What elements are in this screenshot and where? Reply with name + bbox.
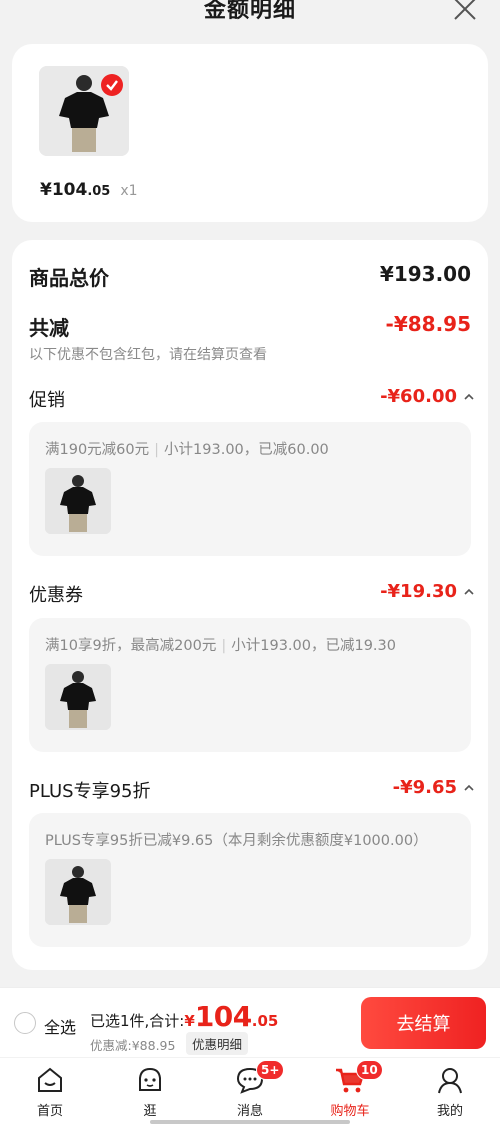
total-reduce-row: 共减 -¥88.95 bbox=[29, 312, 471, 341]
plus-product-thumbnail[interactable] bbox=[45, 859, 111, 925]
discount-detail-button[interactable]: 优惠明细 bbox=[186, 1032, 249, 1055]
close-icon[interactable] bbox=[452, 0, 478, 22]
promo-info: 满190元减60元 | 小计193.00，已减60.00 bbox=[45, 438, 329, 459]
select-all-label[interactable]: 全选 bbox=[44, 1014, 76, 1038]
chevron-up-icon[interactable] bbox=[463, 586, 475, 598]
profile-icon bbox=[438, 1068, 462, 1094]
product-thumbnail[interactable] bbox=[39, 66, 129, 156]
tab-home-label: 首页 bbox=[36, 1104, 63, 1119]
plus-value-wrap: -¥9.65 bbox=[392, 777, 474, 798]
redpacket-note: 以下优惠不包含红包，请在结算页查看 bbox=[29, 347, 267, 363]
total-amount-integer: 104 bbox=[194, 1000, 252, 1033]
coupon-product-thumbnail[interactable] bbox=[45, 664, 111, 730]
plus-label: PLUS专享95折 bbox=[29, 781, 151, 802]
discount-total: 优惠减:¥88.95 bbox=[90, 1038, 176, 1053]
product-quantity: x1 bbox=[120, 183, 138, 199]
tab-profile-label: 我的 bbox=[436, 1104, 463, 1119]
checkout-bar: 全选 已选1件,合计: ¥ 104 .05 优惠减:¥88.95 优惠明细 去结… bbox=[0, 987, 500, 1057]
tshirt-photo-icon bbox=[45, 664, 111, 730]
plus-rule: PLUS专享95折已减¥9.65（本月剩余优惠额度¥1000.00） bbox=[45, 833, 428, 849]
promo-value-wrap: -¥60.00 bbox=[380, 386, 474, 407]
plus-value: -¥9.65 bbox=[392, 777, 457, 798]
order-summary: 已选1件,合计: ¥ 104 .05 bbox=[90, 1000, 278, 1033]
messages-badge: 5+ bbox=[256, 1060, 285, 1080]
home-icon bbox=[38, 1067, 62, 1092]
total-price-value: ¥193.00 bbox=[379, 262, 471, 286]
tshirt-photo-icon bbox=[45, 859, 111, 925]
total-reduce-value: -¥88.95 bbox=[385, 312, 471, 336]
coupon-rule: 满10享9折，最高减200元 bbox=[45, 638, 217, 654]
promo-summary: 小计193.00，已减60.00 bbox=[164, 442, 329, 458]
product-card: ¥104 .05 x1 bbox=[12, 44, 488, 222]
coupon-label: 优惠券 bbox=[29, 585, 83, 606]
total-price-label: 商品总价 bbox=[29, 266, 109, 290]
coupon-info: 满10享9折，最高减200元 | 小计193.00，已减19.30 bbox=[45, 634, 396, 655]
tab-cart[interactable]: 10 购物车 bbox=[310, 1060, 390, 1119]
divider: | bbox=[154, 442, 160, 458]
chevron-up-icon[interactable] bbox=[463, 391, 475, 403]
browse-face-icon bbox=[139, 1067, 161, 1091]
coupon-value: -¥19.30 bbox=[380, 581, 457, 602]
chevron-up-icon[interactable] bbox=[463, 782, 475, 794]
cart-badge: 10 bbox=[356, 1060, 383, 1080]
coupon-group: 满10享9折，最高减200元 | 小计193.00，已减19.30 bbox=[29, 618, 471, 752]
page-title: 金额明细 bbox=[203, 0, 296, 23]
coupon-row[interactable]: 优惠券 -¥19.30 bbox=[29, 581, 474, 607]
price-fraction: .05 bbox=[87, 184, 111, 199]
total-amount-fraction: .05 bbox=[251, 1012, 279, 1030]
plus-row[interactable]: PLUS专享95折 -¥9.65 bbox=[29, 777, 474, 803]
total-price-row: 商品总价 ¥193.00 bbox=[29, 262, 471, 291]
checkout-button[interactable]: 去结算 bbox=[361, 997, 486, 1049]
tab-messages[interactable]: 5+ 消息 bbox=[210, 1060, 290, 1119]
promo-rule: 满190元减60元 bbox=[45, 442, 150, 458]
price-main: ¥104 bbox=[40, 180, 88, 200]
promo-group: 满190元减60元 | 小计193.00，已减60.00 bbox=[29, 422, 471, 556]
promo-label: 促销 bbox=[29, 390, 65, 411]
tab-home[interactable]: 首页 bbox=[10, 1066, 90, 1119]
promo-row[interactable]: 促销 -¥60.00 bbox=[29, 386, 474, 412]
home-indicator[interactable] bbox=[150, 1120, 350, 1124]
selected-check-icon[interactable] bbox=[101, 74, 123, 96]
tab-browse-label: 逛 bbox=[143, 1104, 157, 1119]
promo-value: -¥60.00 bbox=[380, 386, 457, 407]
tab-cart-label: 购物车 bbox=[330, 1104, 370, 1119]
plus-group: PLUS专享95折已减¥9.65（本月剩余优惠额度¥1000.00） bbox=[29, 813, 471, 947]
amount-detail-card: 商品总价 ¥193.00 共减 -¥88.95 以下优惠不包含红包，请在结算页查… bbox=[12, 240, 488, 970]
tab-browse[interactable]: 逛 bbox=[110, 1066, 190, 1119]
tab-profile[interactable]: 我的 bbox=[410, 1066, 490, 1119]
total-currency-symbol: ¥ bbox=[184, 1012, 195, 1030]
tshirt-photo-icon bbox=[45, 468, 111, 534]
coupon-summary: 小计193.00，已减19.30 bbox=[231, 638, 396, 654]
page-header: 金额明细 bbox=[0, 0, 500, 40]
bottom-tab-bar: 首页 逛 5+ 消息 10 购物车 我的 bbox=[0, 1058, 500, 1127]
total-reduce-label: 共减 bbox=[29, 316, 69, 340]
divider: | bbox=[221, 638, 227, 654]
select-all-radio[interactable] bbox=[14, 1012, 36, 1034]
selected-count-text: 已选1件,合计: bbox=[90, 1012, 185, 1030]
promo-product-thumbnail[interactable] bbox=[45, 468, 111, 534]
coupon-value-wrap: -¥19.30 bbox=[380, 581, 474, 602]
tab-messages-label: 消息 bbox=[236, 1104, 263, 1119]
product-price: ¥104 .05 x1 bbox=[40, 180, 138, 200]
